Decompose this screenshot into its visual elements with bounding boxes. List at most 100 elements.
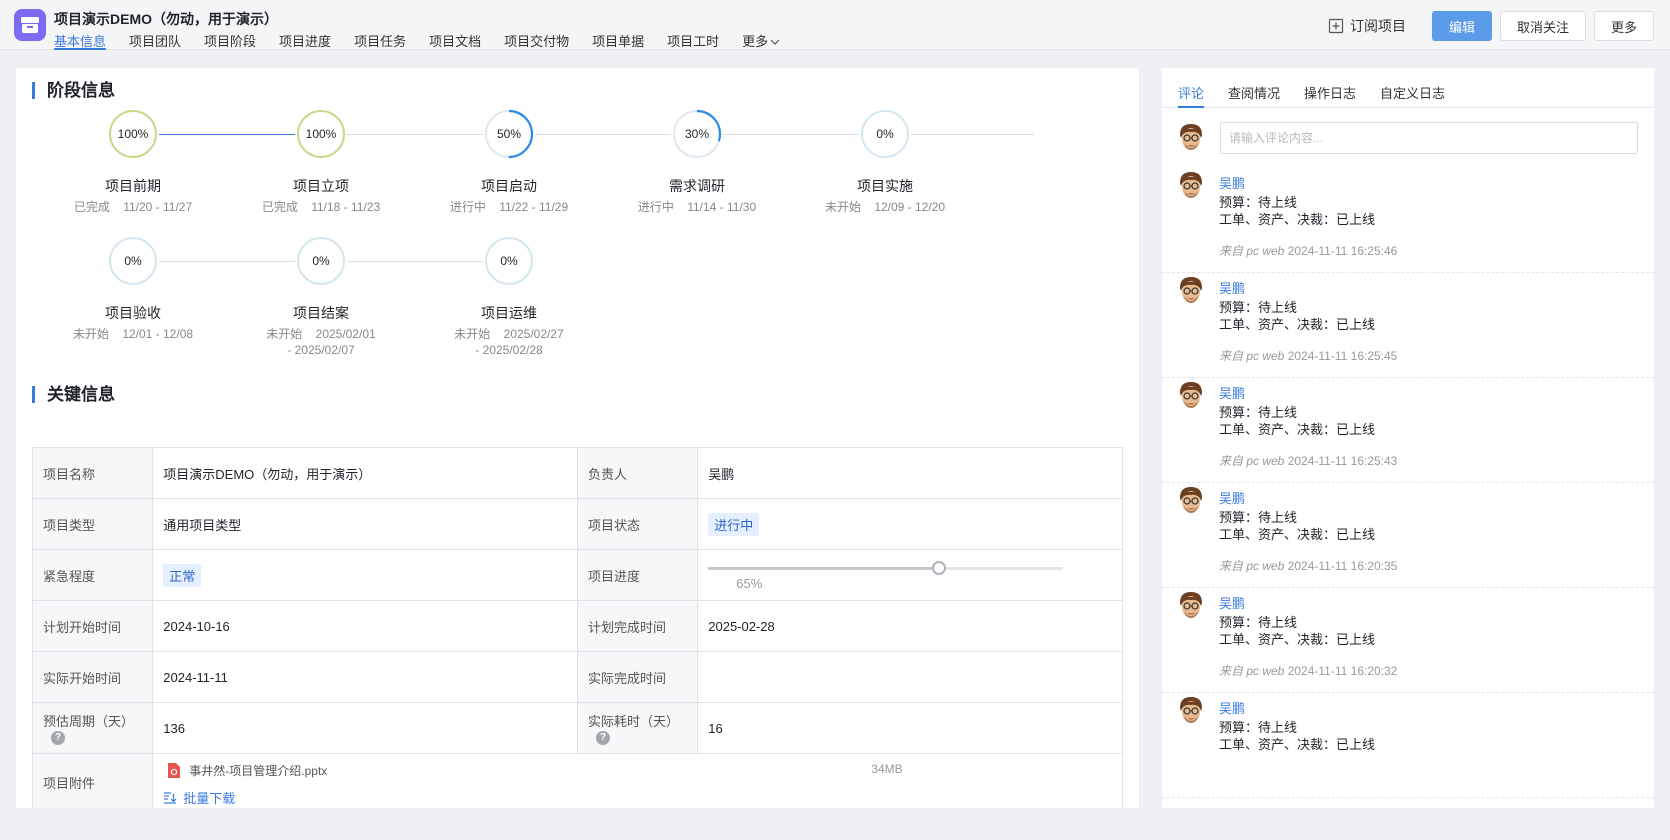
comment-source: 来自 pc web bbox=[1219, 559, 1285, 573]
tab-more[interactable]: 更多 bbox=[742, 31, 780, 50]
comment-meta: 来自 pc web 2024-11-11 16:25:45 bbox=[1219, 347, 1397, 364]
avatar bbox=[1178, 123, 1204, 153]
stage-connector bbox=[347, 134, 483, 135]
subscribe-button[interactable]: 订阅项目 bbox=[1328, 16, 1406, 36]
project-nav-tabs: 基本信息 项目团队 项目阶段 项目进度 项目任务 项目文档 项目交付物 项目单据… bbox=[54, 31, 803, 50]
stage-percent: 100% bbox=[305, 127, 337, 141]
comment-input-row bbox=[1178, 122, 1638, 156]
plan-start-label: 计划开始时间 bbox=[31, 600, 154, 652]
sidebar-tabs: 评论 查阅情况 操作日志 自定义日志 bbox=[1162, 68, 1654, 108]
urgency-label: 紧急程度 bbox=[31, 549, 154, 601]
attachment-label: 项目附件 bbox=[31, 753, 154, 808]
comment-time: 2024-11-11 16:20:32 bbox=[1287, 664, 1398, 678]
table-row: 项目类型 通用项目类型 项目状态 进行中 bbox=[31, 498, 1123, 550]
tab-basic-info[interactable]: 基本信息 bbox=[54, 31, 107, 50]
tab-comments[interactable]: 评论 bbox=[1178, 68, 1205, 108]
stage-connector bbox=[911, 134, 1034, 135]
download-icon bbox=[164, 791, 177, 804]
stage-status: 已完成 bbox=[73, 200, 110, 214]
tab-custom-log[interactable]: 自定义日志 bbox=[1380, 68, 1445, 108]
progress-label: 项目进度 bbox=[576, 549, 699, 601]
edit-button[interactable]: 编辑 bbox=[1431, 11, 1492, 41]
stage-meta: 未开始 2025/02/27 - 2025/02/28 bbox=[409, 326, 609, 358]
stage-name: 项目启动 bbox=[481, 178, 537, 194]
actual-cost-label: 实际耗时（天） bbox=[587, 713, 679, 729]
comment-author[interactable]: 吴鹏 bbox=[1219, 488, 1245, 507]
actual-start-value: 2024-11-11 bbox=[152, 651, 578, 703]
comment-author[interactable]: 吴鹏 bbox=[1219, 173, 1245, 192]
urgency-badge: 正常 bbox=[163, 563, 202, 587]
project-title: 项目演示DEMO（勿动，用于演示） bbox=[54, 11, 278, 27]
tab-forms[interactable]: 项目单据 bbox=[592, 31, 644, 50]
stage-status: 已完成 bbox=[261, 200, 298, 214]
tab-progress[interactable]: 项目进度 bbox=[279, 31, 331, 50]
stage-progress-ring: 0% bbox=[860, 109, 910, 159]
comment-text-line: 工单、资产、决裁：已上线 bbox=[1219, 632, 1376, 647]
stage-progress-ring: 100% bbox=[296, 109, 346, 159]
comment-item: 吴鹏 预算：待上线 工单、资产、决裁：已上线 来自 pc web 2024-11-… bbox=[1162, 581, 1654, 693]
help-icon[interactable]: ? bbox=[595, 731, 610, 746]
table-row: 项目附件 事井然-项目管理介绍.pptx 34MB 批量下载 bbox=[31, 753, 1123, 808]
comment-author[interactable]: 吴鹏 bbox=[1219, 278, 1245, 297]
stage-meta: 进行中 11/22 - 11/29 bbox=[409, 199, 609, 215]
unfollow-button[interactable]: 取消关注 bbox=[1499, 11, 1586, 41]
tab-view-records[interactable]: 查阅情况 bbox=[1228, 68, 1280, 108]
tab-stages[interactable]: 项目阶段 bbox=[204, 31, 256, 50]
tab-operation-log[interactable]: 操作日志 bbox=[1304, 68, 1356, 108]
stage-connector bbox=[159, 134, 295, 135]
comment-text-line: 工单、资产、决裁：已上线 bbox=[1219, 422, 1376, 437]
comment-source: 来自 pc web bbox=[1219, 349, 1285, 363]
stage-status: 未开始 bbox=[454, 327, 491, 341]
stage-connector bbox=[347, 261, 483, 262]
table-row: 计划开始时间 2024-10-16 计划完成时间 2025-02-28 bbox=[31, 600, 1123, 652]
tab-documents[interactable]: 项目文档 bbox=[429, 31, 481, 50]
tab-hours[interactable]: 项目工时 bbox=[667, 31, 719, 50]
more-button[interactable]: 更多 bbox=[1593, 11, 1654, 41]
comment-author[interactable]: 吴鹏 bbox=[1219, 383, 1245, 402]
comment-item: 吴鹏 预算：待上线 工单、资产、决裁：已上线 bbox=[1162, 686, 1654, 798]
comment-author[interactable]: 吴鹏 bbox=[1219, 593, 1245, 612]
status-badge: 进行中 bbox=[708, 512, 760, 536]
batch-download-button[interactable]: 批量下载 bbox=[163, 788, 235, 807]
stage-name: 项目结案 bbox=[293, 305, 349, 321]
stage-connector bbox=[723, 134, 859, 135]
progress-slider-handle[interactable] bbox=[932, 560, 947, 575]
project-logo-icon bbox=[14, 9, 46, 41]
avatar bbox=[1178, 696, 1204, 726]
stage-percent: 0% bbox=[312, 254, 330, 268]
comment-text-line: 工单、资产、决裁：已上线 bbox=[1219, 317, 1376, 332]
tab-tasks[interactable]: 项目任务 bbox=[354, 31, 406, 50]
comment-sidebar: 评论 查阅情况 操作日志 自定义日志 吴鹏 预算：待上线 工单、资产、决裁：已上… bbox=[1162, 68, 1654, 808]
avatar bbox=[1178, 276, 1204, 306]
stage-connector bbox=[535, 134, 671, 135]
avatar bbox=[1178, 486, 1204, 516]
stage-name: 项目立项 bbox=[293, 178, 349, 194]
stage-progress-ring: 100% bbox=[108, 109, 158, 159]
stage-dates: 11/18 - 11/23 bbox=[311, 200, 381, 214]
help-icon[interactable]: ? bbox=[51, 731, 65, 746]
stage-percent: 0% bbox=[876, 127, 894, 141]
avatar bbox=[1178, 591, 1204, 621]
top-actions: 订阅项目 编辑 取消关注 更多 bbox=[1328, 11, 1654, 41]
progress-slider[interactable] bbox=[708, 560, 1064, 575]
stage-meta: 未开始 2025/02/01 - 2025/02/07 bbox=[221, 326, 421, 358]
comment-text-line: 工单、资产、决裁：已上线 bbox=[1219, 737, 1376, 752]
tab-deliverables[interactable]: 项目交付物 bbox=[504, 31, 569, 50]
progress-cell: 65% bbox=[697, 549, 1123, 601]
stage-meta: 已完成 11/20 - 11/27 bbox=[33, 199, 233, 215]
tab-team[interactable]: 项目团队 bbox=[129, 31, 181, 50]
comment-author[interactable]: 吴鹏 bbox=[1219, 698, 1245, 717]
progress-value: 65% bbox=[736, 575, 763, 591]
stage-name: 项目验收 bbox=[105, 305, 161, 321]
comment-input[interactable] bbox=[1220, 122, 1638, 154]
attachment-file[interactable]: 事井然-项目管理介绍.pptx bbox=[167, 762, 327, 779]
stage-percent: 0% bbox=[500, 254, 518, 268]
stage-dates: 12/01 - 12/08 bbox=[122, 327, 194, 341]
subscribe-icon bbox=[1328, 18, 1344, 34]
progress-slider-fill bbox=[708, 566, 940, 570]
avatar bbox=[1178, 171, 1204, 201]
attachment-cell: 事井然-项目管理介绍.pptx 34MB 批量下载 bbox=[152, 753, 1123, 808]
type-label: 项目类型 bbox=[31, 498, 154, 550]
stage-progress-ring: 50% bbox=[484, 109, 534, 159]
actual-start-label: 实际开始时间 bbox=[31, 651, 154, 703]
